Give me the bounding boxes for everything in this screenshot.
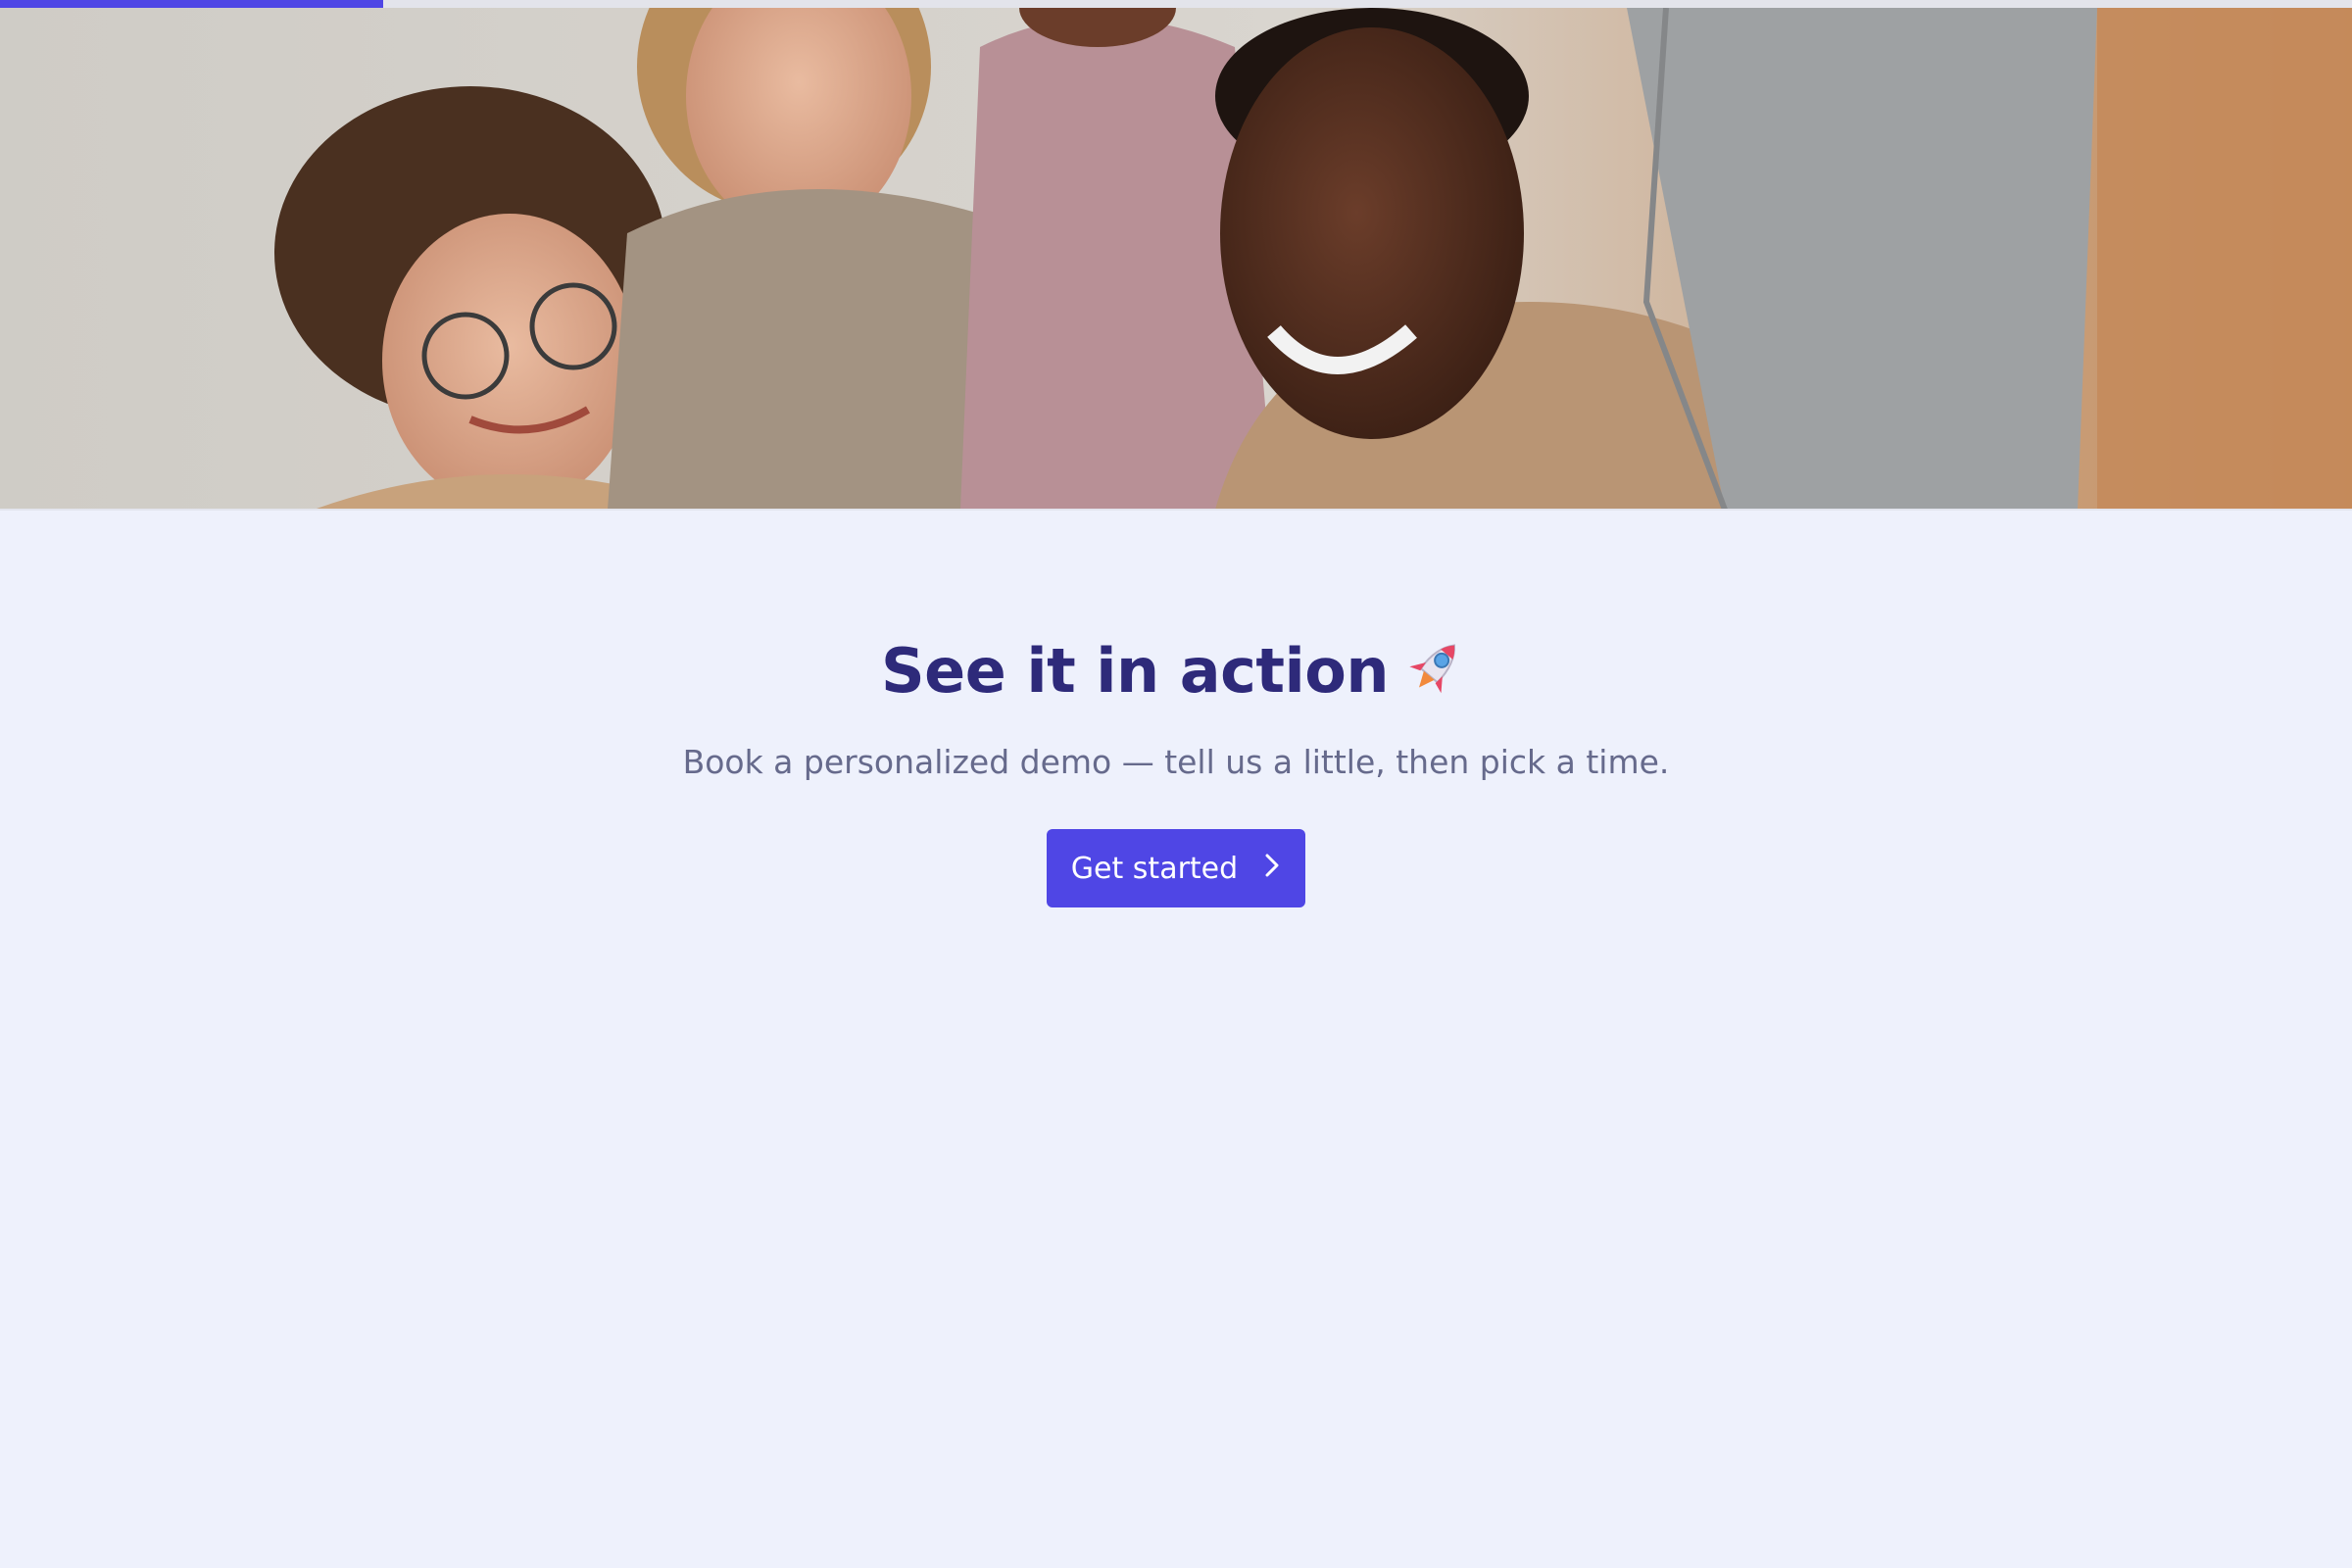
page-title-text: See it in action [880, 635, 1390, 707]
rocket-icon [1402, 633, 1471, 721]
get-started-label: Get started [1070, 851, 1239, 886]
page-subtitle: Book a personalized demo — tell us a lit… [682, 743, 1670, 781]
progress-bar [0, 0, 2352, 8]
hero-image [0, 8, 2352, 510]
page-title: See it in action [0, 627, 2352, 721]
progress-bar-fill [0, 0, 384, 8]
hero-divider [0, 509, 2352, 511]
main-content: See it in action Book a personalized dem… [0, 627, 2352, 907]
team-photo-image [0, 8, 2352, 510]
chevron-right-icon [1263, 852, 1281, 886]
get-started-button[interactable]: Get started [1047, 829, 1305, 907]
